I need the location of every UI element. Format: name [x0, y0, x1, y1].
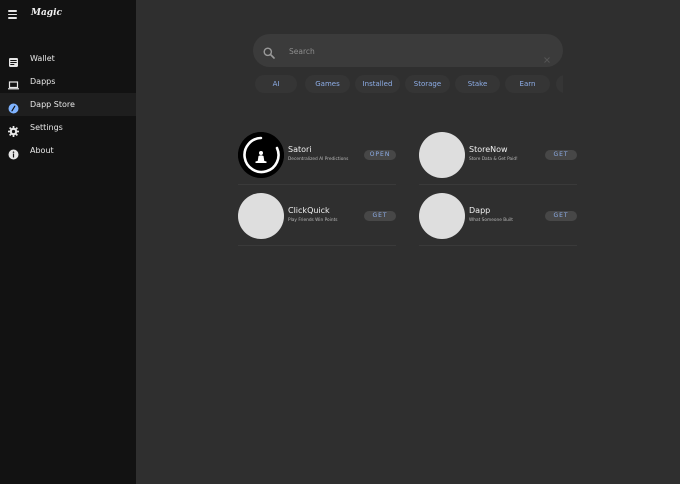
chip-ai[interactable]: AI [255, 75, 297, 93]
main-content: AI Games Installed Storage Stake Earn Sa… [136, 0, 680, 484]
app-logo: Magic [31, 8, 62, 18]
chip-installed[interactable]: Installed [355, 75, 400, 93]
app-description: What Someone Built [469, 218, 513, 223]
app-name: StoreNow [469, 145, 508, 154]
menu-icon[interactable] [8, 9, 18, 19]
sidebar-item-label: Dapps [30, 77, 56, 86]
app-name: Satori [288, 145, 312, 154]
sidebar-item-label: Settings [30, 123, 63, 132]
search-bar[interactable] [253, 34, 563, 67]
app-card-satori[interactable]: Satori Decentralized AI Predictions OPEN [238, 132, 396, 185]
app-card-dapp[interactable]: Dapp What Someone Built GET [419, 193, 577, 246]
app-card-clickquick[interactable]: ClickQuick Play Friends Win Points GET [238, 193, 396, 246]
get-button[interactable]: GET [545, 150, 577, 160]
sidebar-item-settings[interactable]: Settings [0, 116, 136, 139]
clear-icon[interactable] [544, 48, 550, 63]
search-input[interactable] [287, 42, 521, 61]
sidebar-item-wallet[interactable]: Wallet [0, 47, 136, 70]
chip-more[interactable] [556, 75, 563, 93]
sidebar-item-dapp-store[interactable]: Dapp Store [0, 93, 136, 116]
sidebar-item-label: About [30, 146, 54, 155]
app-name: ClickQuick [288, 206, 330, 215]
wallet-icon [8, 53, 19, 67]
chip-storage[interactable]: Storage [405, 75, 450, 93]
laptop-icon [8, 76, 19, 90]
app-icon-placeholder [238, 193, 284, 239]
app-description: Play Friends Win Points [288, 218, 338, 223]
get-button[interactable]: GET [364, 211, 396, 221]
get-button[interactable]: GET [545, 211, 577, 221]
sidebar-nav: Wallet Dapps Dapp Store Settings About [0, 47, 136, 162]
category-chips: AI Games Installed Storage Stake Earn [255, 75, 563, 93]
app-card-storenow[interactable]: StoreNow Store Data & Get Paid! GET [419, 132, 577, 185]
app-description: Store Data & Get Paid! [469, 157, 518, 162]
sidebar: Magic Wallet Dapps Dapp Store Settings A… [0, 0, 136, 484]
chip-earn[interactable]: Earn [505, 75, 550, 93]
open-button[interactable]: OPEN [364, 150, 396, 160]
app-name: Dapp [469, 206, 491, 215]
sidebar-item-label: Dapp Store [30, 100, 75, 109]
app-icon-placeholder [419, 193, 465, 239]
app-icon-placeholder [419, 132, 465, 178]
info-icon [8, 145, 19, 160]
chip-stake[interactable]: Stake [455, 75, 500, 93]
sidebar-item-about[interactable]: About [0, 139, 136, 162]
sidebar-item-label: Wallet [30, 54, 55, 63]
satori-logo [238, 132, 284, 178]
sidebar-header: Magic [0, 0, 136, 28]
dapp-store-icon [8, 99, 19, 114]
app-description: Decentralized AI Predictions [288, 157, 349, 162]
chip-games[interactable]: Games [305, 75, 350, 93]
search-icon [263, 44, 275, 59]
sidebar-item-dapps[interactable]: Dapps [0, 70, 136, 93]
gear-icon [8, 122, 19, 137]
